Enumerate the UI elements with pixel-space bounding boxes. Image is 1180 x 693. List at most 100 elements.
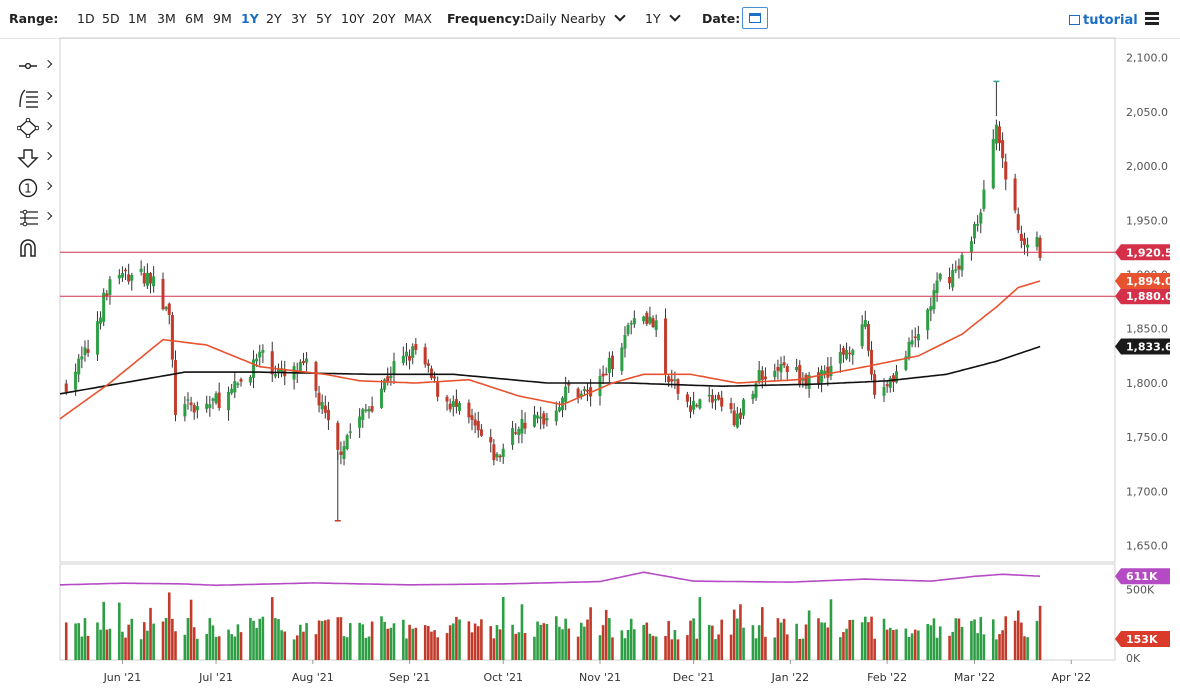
candlestick [586,383,590,402]
candlestick [214,391,218,405]
candle-body [586,389,590,392]
candle-body [77,358,81,375]
candle-body [1013,178,1017,211]
candle-body [913,336,917,338]
candle-body [495,453,499,458]
candlestick [642,315,646,325]
plate-1880: 1,880.0 [1115,288,1173,305]
candle-body [467,402,471,418]
volume-bar [1020,622,1023,660]
volume-bar [277,619,280,660]
volume-bar [383,621,386,660]
candle-body [142,273,146,284]
candlestick [414,338,418,355]
volume-bar [348,623,352,660]
candlestick [785,363,789,382]
candlestick [536,411,540,424]
candle-body [139,268,143,272]
volume-bar [611,637,614,660]
candle-body [735,413,739,428]
volume-bar [839,637,842,660]
volume-bar [77,623,81,660]
volume-bar [564,618,567,660]
candle-body [301,361,305,364]
volume-bar [804,624,808,660]
volume-bar [467,621,471,660]
candle-body [838,351,842,364]
candlestick [489,428,493,453]
candle-body [582,388,586,391]
candlestick [404,343,408,366]
candle-body [458,403,462,411]
candlestick [233,371,237,399]
volume-bar [533,636,536,660]
candlestick [276,363,280,379]
candlestick [860,315,864,350]
candlestick [142,266,146,287]
candle-body [960,255,964,271]
volume-bar [174,631,177,660]
candle-body [720,397,724,407]
x-tick-label: Aug '21 [292,671,334,684]
volume-bar [645,622,649,660]
volume-bar [149,607,152,660]
candlestick [757,361,761,384]
candle-body [826,366,830,378]
candle-body [751,393,755,400]
candle-body [80,356,84,360]
candlestick [664,308,668,383]
candle-body [645,312,649,325]
volume-bar [760,607,764,660]
candle-body [314,362,318,391]
volume-bar [302,631,305,660]
volume-bar [711,625,714,660]
candlestick [517,426,521,444]
candle-body [895,371,899,383]
candlestick [776,359,780,380]
volume-bar [670,639,674,660]
plate-volume: 153K [1115,631,1170,648]
candle-body [845,349,849,359]
volume-bar [642,624,645,660]
candlestick [314,360,318,398]
candlestick [386,367,390,386]
candlestick [845,342,849,361]
volume-bar [130,618,134,660]
candlestick [501,443,505,464]
candlestick [710,389,714,409]
candlestick [795,358,799,373]
x-tick-label: Dec '21 [673,671,715,684]
candle-body [564,386,568,403]
volume-bar [261,616,265,660]
candlestick [326,401,330,430]
volume-bar [227,629,230,660]
candlestick [339,441,343,465]
candle-body [149,272,153,284]
candlestick [392,352,396,384]
candlestick [270,341,274,383]
price-chart[interactable]: 2,100.02,050.02,000.01,950.01,900.01,850… [0,0,1180,693]
plate-ma-long: 1,833.6 [1115,338,1173,355]
candlestick [170,311,174,368]
candle-body [448,403,452,410]
volume-bar [579,622,583,660]
volume-bar [299,624,302,660]
volume-bar [361,624,365,660]
candlestick [345,433,349,451]
candlestick [904,350,908,372]
candlestick [960,252,964,277]
candlestick [782,355,786,368]
candlestick [451,395,455,417]
price-tick-label: 2,050.0 [1126,106,1168,119]
candle-body [342,446,346,459]
candle-body [642,316,646,322]
candlestick [205,395,209,413]
volume-bar [74,623,77,660]
candlestick [932,283,936,314]
candle-body [117,275,121,279]
candlestick [913,327,917,348]
candle-body [386,376,390,382]
volume-bar [739,604,742,660]
candle-body [451,401,455,408]
candle-body [189,402,193,406]
